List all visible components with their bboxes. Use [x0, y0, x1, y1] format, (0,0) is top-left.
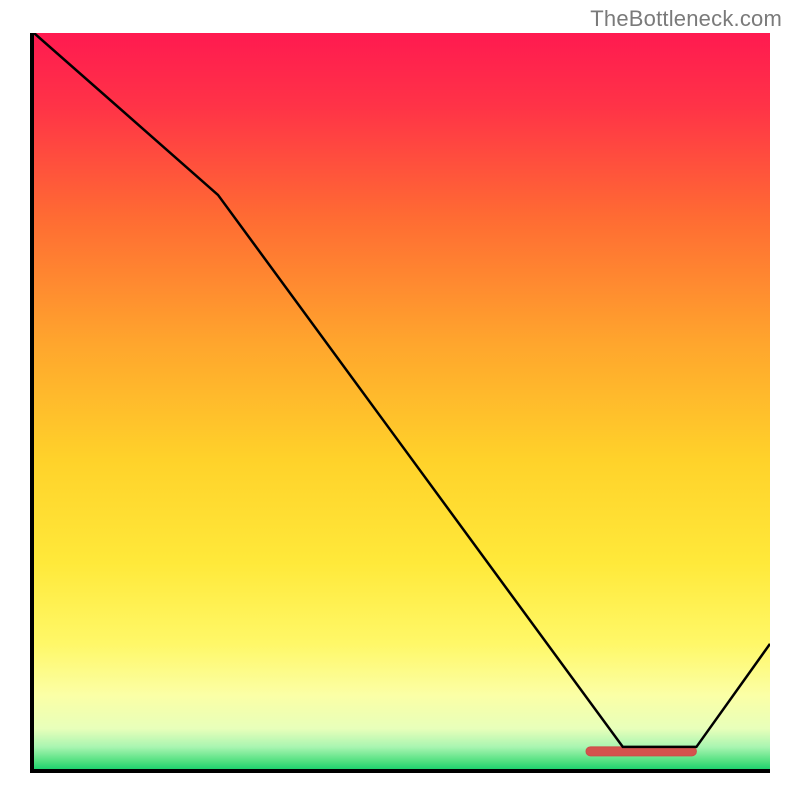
x-axis: [30, 769, 770, 773]
attribution-text: TheBottleneck.com: [590, 6, 782, 32]
y-axis: [30, 33, 34, 773]
optimal-range-marker: [586, 747, 696, 756]
chart-svg: [30, 33, 770, 773]
plot-background: [34, 33, 770, 769]
chart-container: TheBottleneck.com: [0, 0, 800, 800]
chart-plot: [30, 33, 770, 773]
